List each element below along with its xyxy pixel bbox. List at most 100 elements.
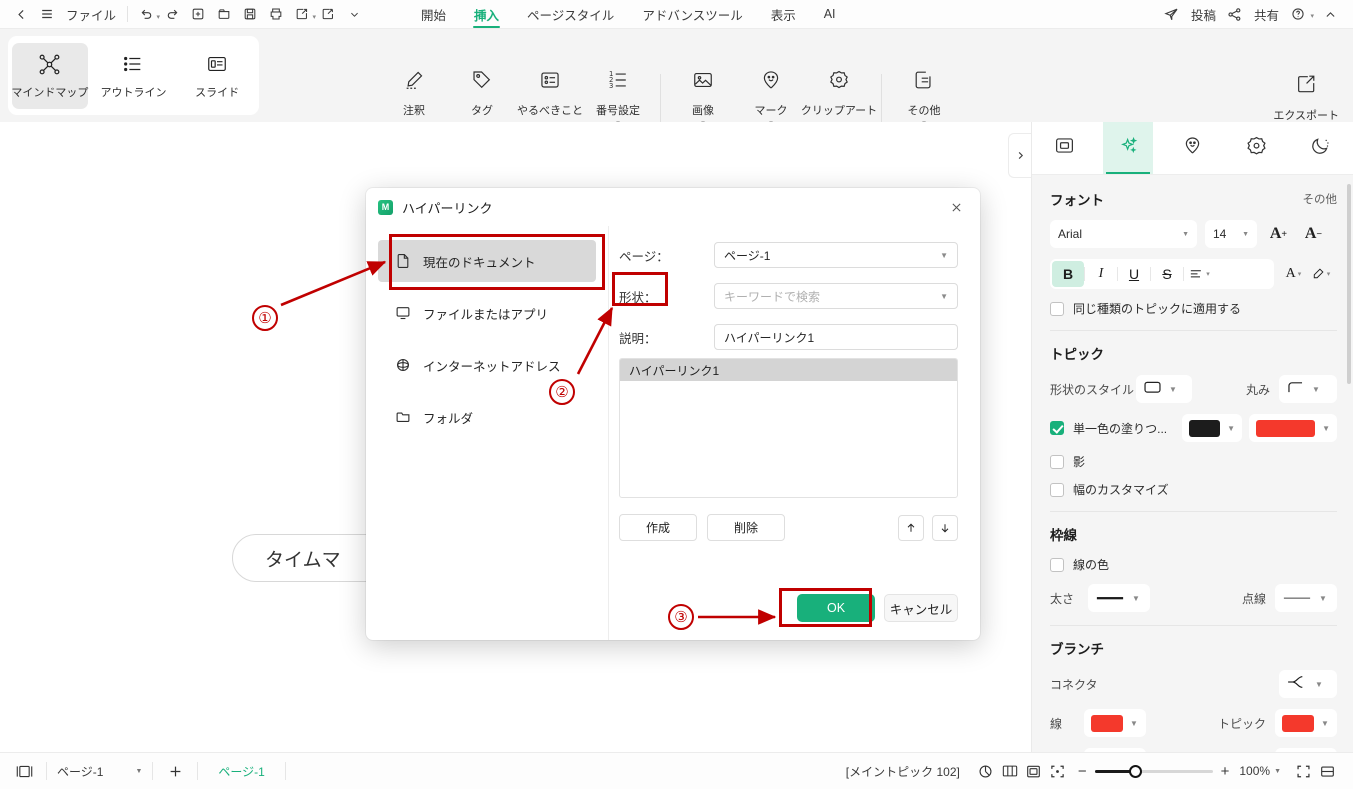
page-tab[interactable]: ページ-1 <box>208 763 274 780</box>
ok-button[interactable]: OK <box>797 594 875 622</box>
ribbon-item-numbering[interactable]: 1 2 3 番号設定 ▾ <box>584 69 652 127</box>
thickness-select[interactable]: ▼ <box>1088 584 1150 612</box>
source-item-current-document[interactable]: 現在のドキュメント <box>378 240 596 282</box>
zoom-slider-knob[interactable] <box>1128 764 1142 778</box>
hyperlink-listbox[interactable]: ハイパーリンク1 <box>619 358 958 498</box>
page-selector[interactable]: ページ-1 ▼ <box>57 763 142 780</box>
highlight-icon[interactable]: ▾ <box>1307 261 1334 287</box>
redo-icon[interactable] <box>159 1 185 27</box>
decrease-font-icon[interactable]: A − <box>1300 221 1327 248</box>
branch-line-color-select[interactable]: ▼ <box>1084 709 1146 737</box>
panel-tab-style[interactable] <box>1103 122 1154 174</box>
file-menu[interactable]: ファイル <box>60 5 122 24</box>
save-icon[interactable] <box>237 1 263 27</box>
pie-icon[interactable] <box>974 759 998 783</box>
undo-icon[interactable]: ▾ <box>133 1 160 27</box>
export-button[interactable]: エクスポート <box>1273 73 1339 123</box>
shadow-checkbox[interactable] <box>1050 454 1064 469</box>
bold-button[interactable]: B <box>1052 261 1084 287</box>
cancel-button[interactable]: キャンセル <box>884 594 958 622</box>
post-icon[interactable] <box>1159 1 1185 27</box>
panel-collapse-handle[interactable] <box>1008 133 1031 178</box>
add-page-button[interactable] <box>163 759 187 783</box>
ribbon-item-annotation[interactable]: 注釈 <box>380 69 448 118</box>
create-button[interactable]: 作成 <box>619 514 697 541</box>
align-icon[interactable]: ▾ <box>1184 261 1216 287</box>
zoom-level[interactable]: 100% <box>1239 764 1270 778</box>
arrow-up-icon[interactable] <box>898 514 924 541</box>
panel-tab-theme[interactable] <box>1296 122 1346 174</box>
page-select[interactable]: ページ-1 ▼ <box>714 242 958 268</box>
menu-tab-view[interactable]: 表示 <box>757 0 810 29</box>
dash-select[interactable]: ▼ <box>1275 584 1337 612</box>
fit-icon[interactable] <box>1046 759 1070 783</box>
delete-button[interactable]: 削除 <box>707 514 785 541</box>
description-input[interactable]: ハイパーリンク1 <box>714 324 958 350</box>
menu-tab-page-style[interactable]: ページスタイル <box>513 0 628 29</box>
ribbon-item-todo[interactable]: やるべきこと <box>516 69 584 118</box>
source-item-file-or-app[interactable]: ファイルまたはアプリ <box>378 292 596 334</box>
branch-topic-color-select[interactable]: ▼ <box>1275 709 1337 737</box>
view-button-slide[interactable]: スライド <box>179 43 255 109</box>
panel-tab-mark[interactable] <box>1167 122 1217 174</box>
chevron-down-icon[interactable]: ▼ <box>1274 768 1281 775</box>
chevron-up-icon[interactable] <box>1317 1 1343 27</box>
zoom-out-button[interactable]: − <box>1078 763 1087 780</box>
zoom-slider[interactable] <box>1094 764 1213 778</box>
apply-same-topics-row[interactable]: 同じ種類のトピックに適用する <box>1050 300 1337 317</box>
source-item-internet-address[interactable]: インターネットアドレス <box>378 344 596 386</box>
menu-tab-insert[interactable]: 挿入 <box>460 0 513 29</box>
columns-icon[interactable] <box>998 759 1022 783</box>
view-button-outline[interactable]: アウトライン <box>95 43 171 109</box>
menu-tab-ai[interactable]: AI <box>810 0 850 29</box>
export-icon[interactable]: ▾ <box>289 1 316 27</box>
panel-icon[interactable] <box>12 759 36 783</box>
font-more-link[interactable]: その他 <box>1303 191 1338 207</box>
list-item[interactable]: ハイパーリンク1 <box>620 359 957 381</box>
panel-tab-badge[interactable] <box>1232 122 1282 174</box>
text-color-icon[interactable]: A ▾ <box>1280 261 1307 287</box>
print-icon[interactable] <box>263 1 289 27</box>
increase-font-icon[interactable]: A + <box>1265 221 1292 248</box>
close-icon[interactable] <box>944 195 968 219</box>
strikethrough-button[interactable]: S <box>1151 261 1183 287</box>
hyperlink-dialog[interactable]: M ハイパーリンク 現在のドキュメント ファイルまたはアプリ インターネットアド… <box>366 188 980 640</box>
font-family-select[interactable]: Arial ▼ <box>1050 220 1197 248</box>
source-item-folder[interactable]: フォルダ <box>378 396 596 438</box>
custom-width-row[interactable]: 幅のカスタマイズ <box>1050 481 1337 498</box>
share-button[interactable]: 共有 <box>1248 5 1285 24</box>
line-color-checkbox[interactable] <box>1050 557 1064 572</box>
underline-button[interactable]: U <box>1118 261 1150 287</box>
custom-width-checkbox[interactable] <box>1050 482 1064 497</box>
frame-icon[interactable] <box>1022 759 1046 783</box>
new-icon[interactable] <box>185 1 211 27</box>
fill-color-select-2[interactable]: ▼ <box>1249 414 1337 442</box>
shape-style-select[interactable]: ▼ <box>1136 375 1192 403</box>
menu-tab-advanced-tools[interactable]: アドバンスツール <box>628 0 756 29</box>
font-size-select[interactable]: 14 ▼ <box>1205 220 1257 248</box>
fill-color-select-1[interactable]: ▼ <box>1182 414 1242 442</box>
share-icon[interactable] <box>1222 1 1248 27</box>
shadow-row[interactable]: 影 <box>1050 453 1337 470</box>
zoom-in-button[interactable]: + <box>1221 763 1230 780</box>
import-icon[interactable] <box>315 1 341 27</box>
open-icon[interactable] <box>211 1 237 27</box>
apply-same-topics-checkbox[interactable] <box>1050 301 1064 316</box>
ribbon-item-tag[interactable]: タグ <box>448 69 516 118</box>
back-icon[interactable] <box>8 1 34 27</box>
menu-tab-start[interactable]: 開始 <box>407 0 460 29</box>
panel-scrollbar[interactable] <box>1347 184 1351 384</box>
italic-button[interactable]: I <box>1085 261 1117 287</box>
more-icon[interactable] <box>341 1 367 27</box>
hamburger-icon[interactable] <box>34 1 60 27</box>
ribbon-item-image[interactable]: 画像 ▾ <box>669 69 737 127</box>
line-color-row[interactable]: 線の色 <box>1050 556 1337 573</box>
view-button-mindmap[interactable]: マインドマップ <box>11 42 88 109</box>
panel-tab-shape[interactable] <box>1039 122 1089 174</box>
roundness-select[interactable]: ▼ <box>1279 375 1337 403</box>
minimap-icon[interactable] <box>1315 759 1339 783</box>
shape-search-input[interactable]: キーワードで検索 ▼ <box>714 283 958 309</box>
ribbon-item-clipart[interactable]: クリップアート <box>801 69 877 118</box>
post-button[interactable]: 投稿 <box>1185 5 1222 24</box>
ribbon-item-other[interactable]: その他 ▾ <box>890 69 958 127</box>
